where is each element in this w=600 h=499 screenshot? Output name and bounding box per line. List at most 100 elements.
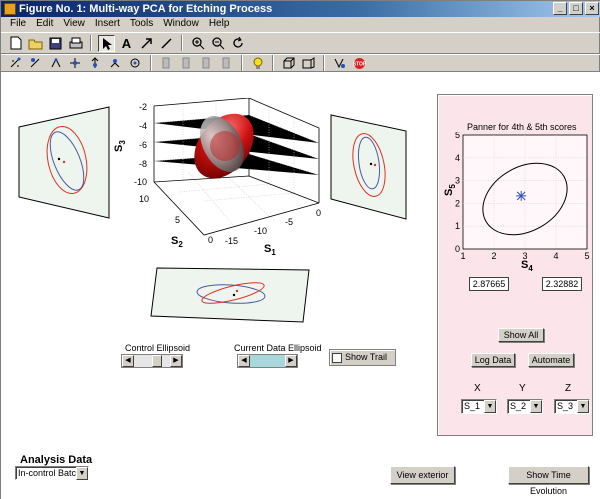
slider-right-arrow-icon: ▶ bbox=[285, 355, 297, 367]
panner-x-axis-label: S4 bbox=[521, 259, 533, 272]
chevron-down-icon: ▼ bbox=[484, 400, 496, 413]
y-selector-label: Y bbox=[519, 383, 526, 394]
menu-window[interactable]: Window bbox=[158, 17, 204, 31]
plot-3d-axes: -2 -4 -6 -8 -10 0 -5 -10 -15 10 5 0 S3 S… bbox=[113, 98, 321, 257]
principal-axis-y-icon[interactable] bbox=[178, 55, 195, 72]
edit-plot-arrow-icon[interactable] bbox=[98, 34, 115, 52]
x-selector-label: X bbox=[474, 383, 481, 394]
menu-tools[interactable]: Tools bbox=[125, 17, 158, 31]
panner-x-tick: 5 bbox=[585, 251, 590, 261]
panner-y-tick: 2 bbox=[455, 198, 460, 208]
pan-tilt-icon[interactable] bbox=[47, 55, 64, 72]
panner-y-value[interactable]: 2.32882 bbox=[542, 277, 582, 291]
panner-y-tick: 3 bbox=[455, 176, 460, 186]
bottom-projection-plane bbox=[150, 267, 310, 323]
control-ellipsoid-label: Control Ellipsoid bbox=[125, 343, 191, 353]
panner-y-axis-label: S5 bbox=[443, 184, 457, 196]
close-button[interactable]: × bbox=[585, 2, 599, 15]
panner-y-tick: 0 bbox=[455, 244, 460, 254]
show-all-button[interactable]: Show All bbox=[498, 328, 544, 342]
slider-thumb bbox=[152, 355, 162, 367]
x-tick: -5 bbox=[285, 217, 293, 227]
menu-view[interactable]: View bbox=[58, 17, 90, 31]
control-ellipsoid-slider[interactable]: ◀ ▶ bbox=[121, 354, 183, 368]
move-forward-icon[interactable] bbox=[87, 55, 104, 72]
figure-canvas: -2 -4 -6 -8 -10 0 -5 -10 -15 10 5 0 S3 S… bbox=[1, 72, 600, 499]
minimize-button[interactable]: _ bbox=[553, 2, 567, 15]
log-data-button[interactable]: Log Data bbox=[471, 353, 515, 367]
insert-arrow-icon[interactable] bbox=[138, 35, 155, 52]
x-tick: 0 bbox=[316, 208, 321, 218]
print-icon[interactable] bbox=[67, 35, 84, 52]
panner-x-value[interactable]: 2.87665 bbox=[469, 277, 509, 291]
current-data-ellipsoid-slider[interactable]: ◀ ▶ bbox=[237, 354, 298, 368]
z-tick: -4 bbox=[139, 121, 147, 131]
principal-axis-none-icon[interactable] bbox=[218, 55, 235, 72]
zoom-out-icon[interactable] bbox=[209, 35, 226, 52]
maximize-button[interactable]: □ bbox=[569, 2, 583, 15]
move-camera-icon[interactable] bbox=[67, 55, 84, 72]
open-file-icon[interactable] bbox=[27, 35, 44, 52]
x-axis-select[interactable]: S_1 ▼ bbox=[461, 399, 497, 414]
automate-button[interactable]: Automate bbox=[528, 353, 574, 367]
menu-help[interactable]: Help bbox=[204, 17, 235, 31]
matlab-icon bbox=[4, 3, 16, 15]
insert-text-icon[interactable]: A bbox=[118, 35, 135, 52]
reset-camera-icon[interactable] bbox=[331, 55, 348, 72]
menu-file[interactable]: File bbox=[5, 17, 31, 31]
orbit-camera-icon[interactable] bbox=[7, 55, 24, 72]
show-time-evolution-button[interactable]: Show Time Evolution bbox=[508, 466, 589, 496]
panner-x-tick: 2 bbox=[492, 251, 497, 261]
new-figure-icon[interactable] bbox=[7, 35, 24, 52]
scene-light-icon[interactable] bbox=[249, 55, 266, 72]
z-tick: -2 bbox=[139, 102, 147, 112]
window-title: Figure No. 1: Multi-way PCA for Etching … bbox=[19, 3, 273, 15]
z-tick: -10 bbox=[134, 177, 147, 187]
panner-x-tick: 1 bbox=[461, 251, 466, 261]
slider-right-arrow-icon: ▶ bbox=[170, 355, 182, 367]
z-selector-label: Z bbox=[565, 383, 572, 394]
rotate-3d-icon[interactable] bbox=[229, 35, 246, 52]
figure-toolbar: A bbox=[1, 32, 600, 54]
view-exterior-button[interactable]: View exterior bbox=[390, 466, 455, 484]
right-projection-plane bbox=[330, 114, 407, 220]
analysis-data-heading: Analysis Data bbox=[20, 454, 93, 466]
show-trail-checkbox[interactable] bbox=[332, 353, 342, 363]
slider-left-arrow-icon: ◀ bbox=[238, 355, 250, 367]
stop-camera-icon[interactable]: STOP bbox=[351, 55, 368, 72]
x-tick: -10 bbox=[254, 226, 267, 236]
title-bar: Figure No. 1: Multi-way PCA for Etching … bbox=[1, 1, 600, 17]
panner-x-tick: 4 bbox=[554, 251, 559, 261]
z-axis-select[interactable]: S_3 ▼ bbox=[554, 399, 590, 414]
z-tick: -6 bbox=[139, 140, 147, 150]
batch-select[interactable]: In-control Batch ▼ bbox=[15, 466, 89, 480]
panner-y-tick: 1 bbox=[455, 221, 460, 231]
zoom-camera-icon[interactable] bbox=[107, 55, 124, 72]
principal-axis-z-icon[interactable] bbox=[198, 55, 215, 72]
menu-insert[interactable]: Insert bbox=[90, 17, 125, 31]
chevron-down-icon: ▼ bbox=[530, 400, 542, 413]
save-icon[interactable] bbox=[47, 35, 64, 52]
menu-edit[interactable]: Edit bbox=[31, 17, 58, 31]
y-axis-select[interactable]: S_2 ▼ bbox=[507, 399, 543, 414]
y-tick: 0 bbox=[208, 235, 213, 245]
orbit-light-icon[interactable] bbox=[27, 55, 44, 72]
perspective-projection-icon[interactable] bbox=[300, 55, 317, 72]
panner-y-tick: 5 bbox=[455, 132, 460, 140]
zoom-in-icon[interactable] bbox=[189, 35, 206, 52]
z-tick: -8 bbox=[139, 159, 147, 169]
chevron-down-icon: ▼ bbox=[76, 467, 88, 480]
principal-axis-x-icon[interactable] bbox=[158, 55, 175, 72]
roll-camera-icon[interactable] bbox=[127, 55, 144, 72]
y-axis-label: S2 bbox=[171, 235, 183, 249]
figure-window: Figure No. 1: Multi-way PCA for Etching … bbox=[0, 0, 600, 499]
orthographic-projection-icon[interactable] bbox=[280, 55, 297, 72]
panner-marker bbox=[516, 190, 527, 201]
x-tick: -15 bbox=[225, 236, 238, 246]
y-tick: 10 bbox=[139, 194, 149, 204]
camera-toolbar: STOP bbox=[1, 54, 600, 72]
menu-bar: File Edit View Insert Tools Window Help bbox=[1, 17, 600, 31]
insert-line-icon[interactable] bbox=[158, 35, 175, 52]
left-point-red bbox=[62, 160, 66, 164]
slider-left-arrow-icon: ◀ bbox=[122, 355, 134, 367]
